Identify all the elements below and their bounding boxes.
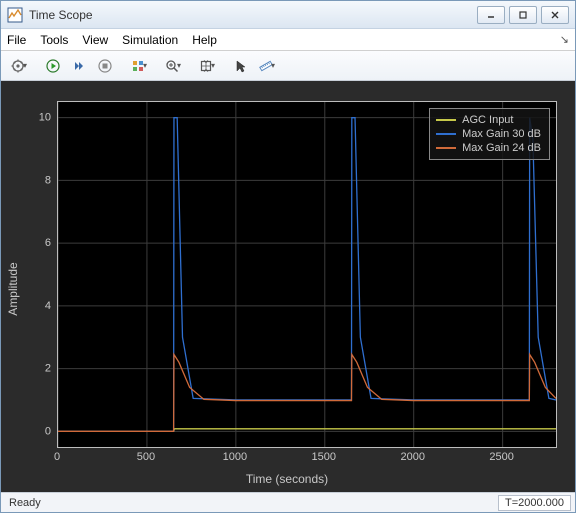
legend-label: Max Gain 30 dB — [462, 127, 541, 141]
legend-swatch — [436, 133, 456, 135]
run-button[interactable] — [41, 55, 65, 77]
window: Time Scope File Tools View Simulation He… — [0, 0, 576, 513]
zoom-button[interactable]: ▾ — [161, 55, 185, 77]
legend-swatch — [436, 147, 456, 149]
svg-text:2: 2 — [45, 363, 51, 375]
minimize-button[interactable] — [477, 6, 505, 24]
svg-text:1000: 1000 — [223, 451, 247, 463]
svg-text:0: 0 — [45, 425, 51, 437]
menu-help[interactable]: Help — [192, 33, 217, 47]
svg-text:8: 8 — [45, 174, 51, 186]
toolbar: ▾ ▾ ▾ ▾ ▾ — [1, 51, 575, 81]
close-button[interactable] — [541, 6, 569, 24]
legend-swatch — [436, 119, 456, 121]
svg-text:6: 6 — [45, 237, 51, 249]
plot-area: Amplitude Time (seconds) AGC InputMax Ga… — [1, 81, 575, 492]
svg-text:0: 0 — [54, 451, 60, 463]
menubar: File Tools View Simulation Help ↘ — [1, 29, 575, 51]
status-time: T=2000.000 — [498, 495, 571, 511]
highlight-button[interactable]: ▾ — [127, 55, 151, 77]
menu-tools[interactable]: Tools — [40, 33, 68, 47]
x-axis-label: Time (seconds) — [9, 472, 565, 486]
menu-view[interactable]: View — [82, 33, 108, 47]
legend-entry[interactable]: Max Gain 24 dB — [436, 141, 541, 155]
svg-text:500: 500 — [137, 451, 155, 463]
svg-text:1500: 1500 — [312, 451, 336, 463]
svg-text:10: 10 — [39, 112, 51, 124]
menu-file[interactable]: File — [7, 33, 26, 47]
maximize-button[interactable] — [509, 6, 537, 24]
axes[interactable]: AGC InputMax Gain 30 dBMax Gain 24 dB — [57, 101, 557, 448]
step-forward-button[interactable] — [67, 55, 91, 77]
legend-entry[interactable]: AGC Input — [436, 113, 541, 127]
svg-text:2500: 2500 — [489, 451, 513, 463]
titlebar[interactable]: Time Scope — [1, 1, 575, 29]
svg-text:2000: 2000 — [400, 451, 424, 463]
dock-icon[interactable]: ↘ — [560, 33, 569, 46]
app-icon — [7, 7, 23, 23]
svg-text:4: 4 — [45, 300, 51, 312]
y-axis-label: Amplitude — [6, 262, 20, 315]
legend-label: Max Gain 24 dB — [462, 141, 541, 155]
legend-entry[interactable]: Max Gain 30 dB — [436, 127, 541, 141]
stop-button[interactable] — [93, 55, 117, 77]
cursor-button[interactable] — [229, 55, 253, 77]
menu-simulation[interactable]: Simulation — [122, 33, 178, 47]
window-title: Time Scope — [29, 8, 93, 22]
settings-button[interactable]: ▾ — [7, 55, 31, 77]
legend-label: AGC Input — [462, 113, 513, 127]
status-text: Ready — [5, 497, 498, 509]
measure-button[interactable]: ▾ — [255, 55, 279, 77]
legend[interactable]: AGC InputMax Gain 30 dBMax Gain 24 dB — [429, 108, 550, 160]
statusbar: Ready T=2000.000 — [1, 492, 575, 512]
autoscale-button[interactable]: ▾ — [195, 55, 219, 77]
